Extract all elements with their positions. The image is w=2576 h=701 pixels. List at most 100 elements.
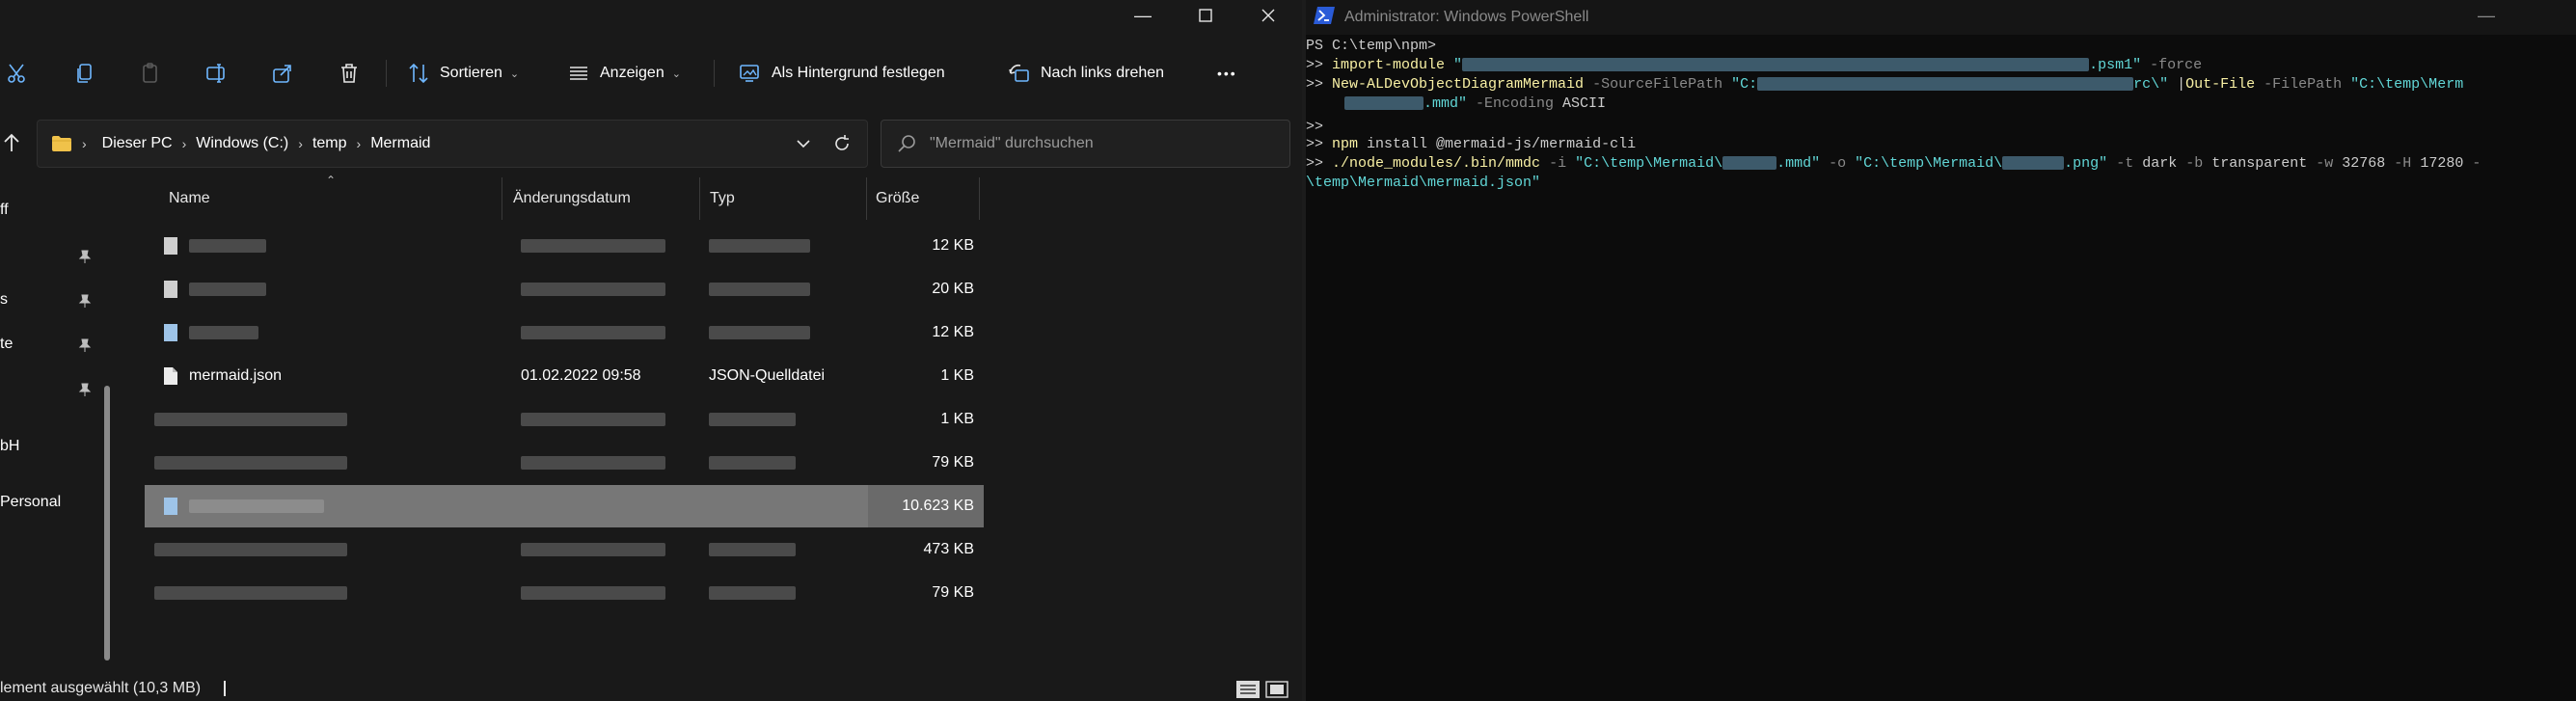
console-line: >> New-ALDevObjectDiagramMermaid -Source…: [1306, 75, 2463, 94]
string-arg: ": [1445, 57, 1463, 73]
string-arg: rc\": [2133, 76, 2169, 93]
parameter: -b: [2177, 155, 2204, 172]
address-bar[interactable]: › Dieser PC › Windows (C:) › temp › Merm…: [37, 120, 868, 168]
tiles-view-icon[interactable]: [1265, 681, 1288, 698]
breadcrumb-item[interactable]: Mermaid: [370, 135, 430, 152]
up-button[interactable]: [0, 129, 23, 156]
file-row[interactable]: 1 KB: [145, 398, 984, 441]
string-arg: "C:\temp\Merm: [2342, 76, 2464, 93]
rotate-left-button[interactable]: Nach links drehen: [1008, 58, 1164, 89]
copy-button[interactable]: [71, 60, 98, 87]
cut-button[interactable]: [4, 60, 31, 87]
file-type-cell: [709, 572, 863, 614]
maximize-button[interactable]: [1172, 0, 1239, 31]
pin-icon: [78, 294, 92, 308]
json-file-icon: [164, 367, 177, 385]
file-size: 20 KB: [932, 281, 974, 297]
file-name-cell: [164, 268, 492, 310]
minimize-button[interactable]: —: [1109, 0, 1177, 31]
delete-button[interactable]: [336, 60, 363, 87]
rename-button[interactable]: [203, 60, 230, 87]
nav-item[interactable]: bH: [0, 434, 116, 463]
column-header-label: Änderungsdatum: [513, 190, 631, 206]
file-type-cell: [709, 225, 863, 267]
breadcrumb-item[interactable]: Dieser PC: [102, 135, 173, 152]
breadcrumb-item[interactable]: temp: [312, 135, 347, 152]
redacted-type: [709, 326, 810, 339]
file-row[interactable]: 12 KB: [145, 225, 984, 267]
value: transparent: [2203, 155, 2308, 172]
redacted-date: [521, 413, 665, 426]
close-button[interactable]: [1234, 0, 1302, 31]
refresh-icon: [835, 135, 849, 150]
nav-item[interactable]: ff: [0, 198, 116, 227]
nav-item[interactable]: te: [0, 332, 116, 361]
nav-item[interactable]: [0, 243, 116, 272]
toolbar-separator: [714, 60, 715, 87]
column-header-date[interactable]: Änderungsdatum: [513, 177, 631, 220]
file-row[interactable]: mermaid.json 01.02.2022 09:58 JSON-Quell…: [145, 355, 984, 397]
console-line: >>: [1306, 118, 1323, 137]
command: npm: [1332, 136, 1359, 152]
address-history-button[interactable]: [790, 130, 817, 157]
search-input[interactable]: [930, 135, 1258, 152]
file-row[interactable]: 473 KB: [145, 528, 984, 571]
redacted-name: [189, 283, 266, 296]
file-row[interactable]: 79 KB: [145, 572, 984, 614]
console-output[interactable]: PS C:\temp\npm> >> import-module " .psm1"…: [1306, 37, 2576, 701]
nav-pane-scrollbar[interactable]: [104, 386, 110, 661]
column-header-label: Typ: [710, 190, 735, 206]
string-arg: "C:: [1722, 76, 1758, 93]
command: import-module: [1332, 57, 1446, 73]
file-explorer-window: — Sortieren ⌄ Anzeigen ⌄ Als Hintergrund…: [0, 0, 1302, 701]
file-size: 1 KB: [940, 367, 974, 384]
column-divider[interactable]: [699, 177, 700, 220]
file-name: mermaid.json: [189, 367, 283, 384]
redacted-date: [521, 456, 665, 470]
powershell-title-bar[interactable]: Administrator: Windows PowerShell —: [1306, 0, 2576, 35]
nav-item[interactable]: s: [0, 287, 116, 316]
nav-item[interactable]: [0, 376, 116, 405]
search-box[interactable]: [881, 120, 1290, 168]
sort-label: Sortieren: [440, 65, 502, 81]
file-date-cell: [521, 311, 714, 354]
nav-item[interactable]: Personal: [0, 490, 116, 519]
paste-button[interactable]: [137, 60, 164, 87]
redacted-path: [2002, 156, 2065, 171]
set-wallpaper-button[interactable]: Als Hintergrund festlegen: [739, 58, 945, 89]
file-row[interactable]: 12 KB: [145, 311, 984, 354]
view-button[interactable]: Anzeigen ⌄: [567, 58, 681, 89]
chevron-down-icon: ⌄: [671, 67, 681, 80]
redacted-date: [521, 586, 665, 600]
column-divider[interactable]: [866, 177, 867, 220]
file-size: 79 KB: [932, 584, 974, 601]
string-arg: "C:\temp\Mermaid\: [1846, 155, 2003, 172]
breadcrumb: Dieser PC › Windows (C:) › temp › Mermai…: [102, 135, 431, 152]
file-type-cell: [709, 485, 863, 527]
powershell-icon: [1314, 7, 1335, 24]
value: dark: [2133, 155, 2178, 172]
more-options-button[interactable]: •••: [1217, 58, 1237, 89]
string-arg: \temp\Mermaid\mermaid.json": [1306, 175, 1541, 191]
image-file-icon: [164, 324, 177, 341]
sort-button[interactable]: Sortieren ⌄: [407, 58, 519, 89]
file-row[interactable]: 79 KB: [145, 442, 984, 484]
rotate-left-icon: [1009, 64, 1029, 82]
file-size: 79 KB: [932, 454, 974, 471]
details-view-icon[interactable]: [1236, 681, 1260, 698]
prompt: PS C:\temp\npm>: [1306, 38, 1437, 54]
parameter: -w: [2307, 155, 2334, 172]
minimize-icon[interactable]: —: [2478, 6, 2507, 25]
column-header-size[interactable]: Größe: [876, 177, 919, 220]
string-arg: .mmd": [1424, 95, 1468, 112]
refresh-button[interactable]: [828, 130, 855, 157]
column-header-name[interactable]: Name: [169, 177, 210, 220]
file-row[interactable]: 20 KB: [145, 268, 984, 310]
file-row-selected[interactable]: 10.623 KB: [145, 485, 984, 527]
column-divider[interactable]: [979, 177, 980, 220]
share-button[interactable]: [269, 60, 296, 87]
string-arg: .psm1": [2089, 57, 2142, 73]
redacted-name: [154, 456, 347, 470]
breadcrumb-item[interactable]: Windows (C:): [196, 135, 288, 152]
column-header-type[interactable]: Typ: [710, 177, 735, 220]
